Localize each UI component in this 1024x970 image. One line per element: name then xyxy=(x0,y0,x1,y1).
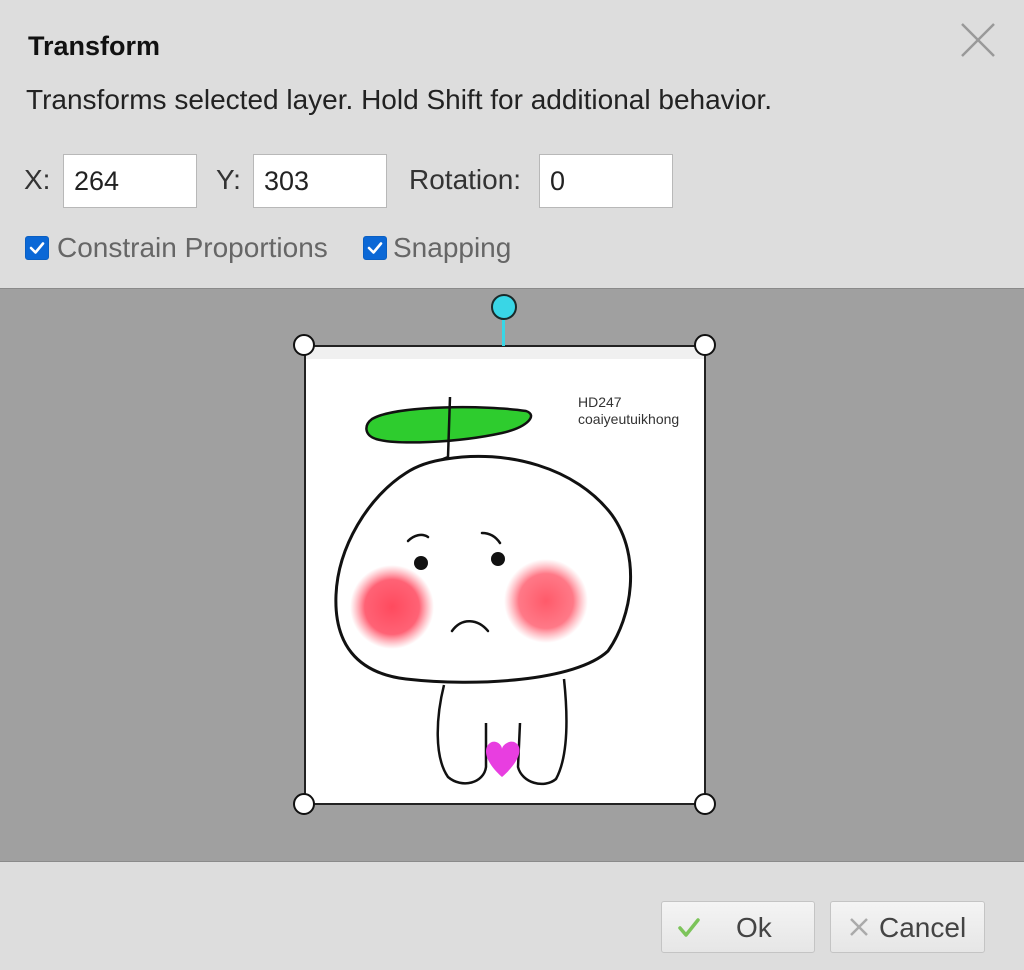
constrain-proportions-checkbox[interactable] xyxy=(25,236,49,260)
y-input[interactable] xyxy=(253,154,387,208)
dialog-title: Transform xyxy=(28,31,161,61)
dialog-description: Transforms selected layer. Hold Shift fo… xyxy=(26,84,773,115)
dialog-header: Transform Transforms selected layer. Hol… xyxy=(0,0,1024,288)
close-icon xyxy=(961,23,995,57)
resize-handle-bottom-right[interactable] xyxy=(694,793,716,815)
rotation-input[interactable] xyxy=(539,154,673,208)
x-input[interactable] xyxy=(63,154,197,208)
transform-dialog: Transform Transforms selected layer. Hol… xyxy=(0,0,1024,970)
rotation-handle[interactable] xyxy=(491,294,517,320)
constrain-proportions-label[interactable]: Constrain Proportions xyxy=(57,230,328,266)
ok-button-label: Ok xyxy=(736,912,772,943)
snapping-checkbox[interactable] xyxy=(363,236,387,260)
checkmark-icon xyxy=(29,242,45,254)
resize-handle-top-left[interactable] xyxy=(293,334,315,356)
cancel-button-label: Cancel xyxy=(879,912,967,943)
cancel-button[interactable]: Cancel xyxy=(830,901,985,953)
checkmark-icon xyxy=(367,242,383,254)
y-label: Y: xyxy=(216,164,241,195)
close-button[interactable] xyxy=(954,16,1002,64)
ok-button[interactable]: Ok xyxy=(661,901,815,953)
rotation-handle-stem xyxy=(502,318,505,346)
checkmark-icon xyxy=(678,918,700,937)
resize-handle-bottom-left[interactable] xyxy=(293,793,315,815)
x-label: X: xyxy=(24,164,51,195)
watermark-line-1: HD247 xyxy=(578,394,622,410)
selected-layer[interactable]: HD247 coaiyeutuikhong xyxy=(304,345,706,805)
resize-handle-top-right[interactable] xyxy=(694,334,716,356)
watermark-line-2: coaiyeutuikhong xyxy=(578,411,680,427)
x-icon xyxy=(850,918,868,936)
rotation-label: Rotation: xyxy=(409,164,522,195)
snapping-label[interactable]: Snapping xyxy=(393,230,511,266)
